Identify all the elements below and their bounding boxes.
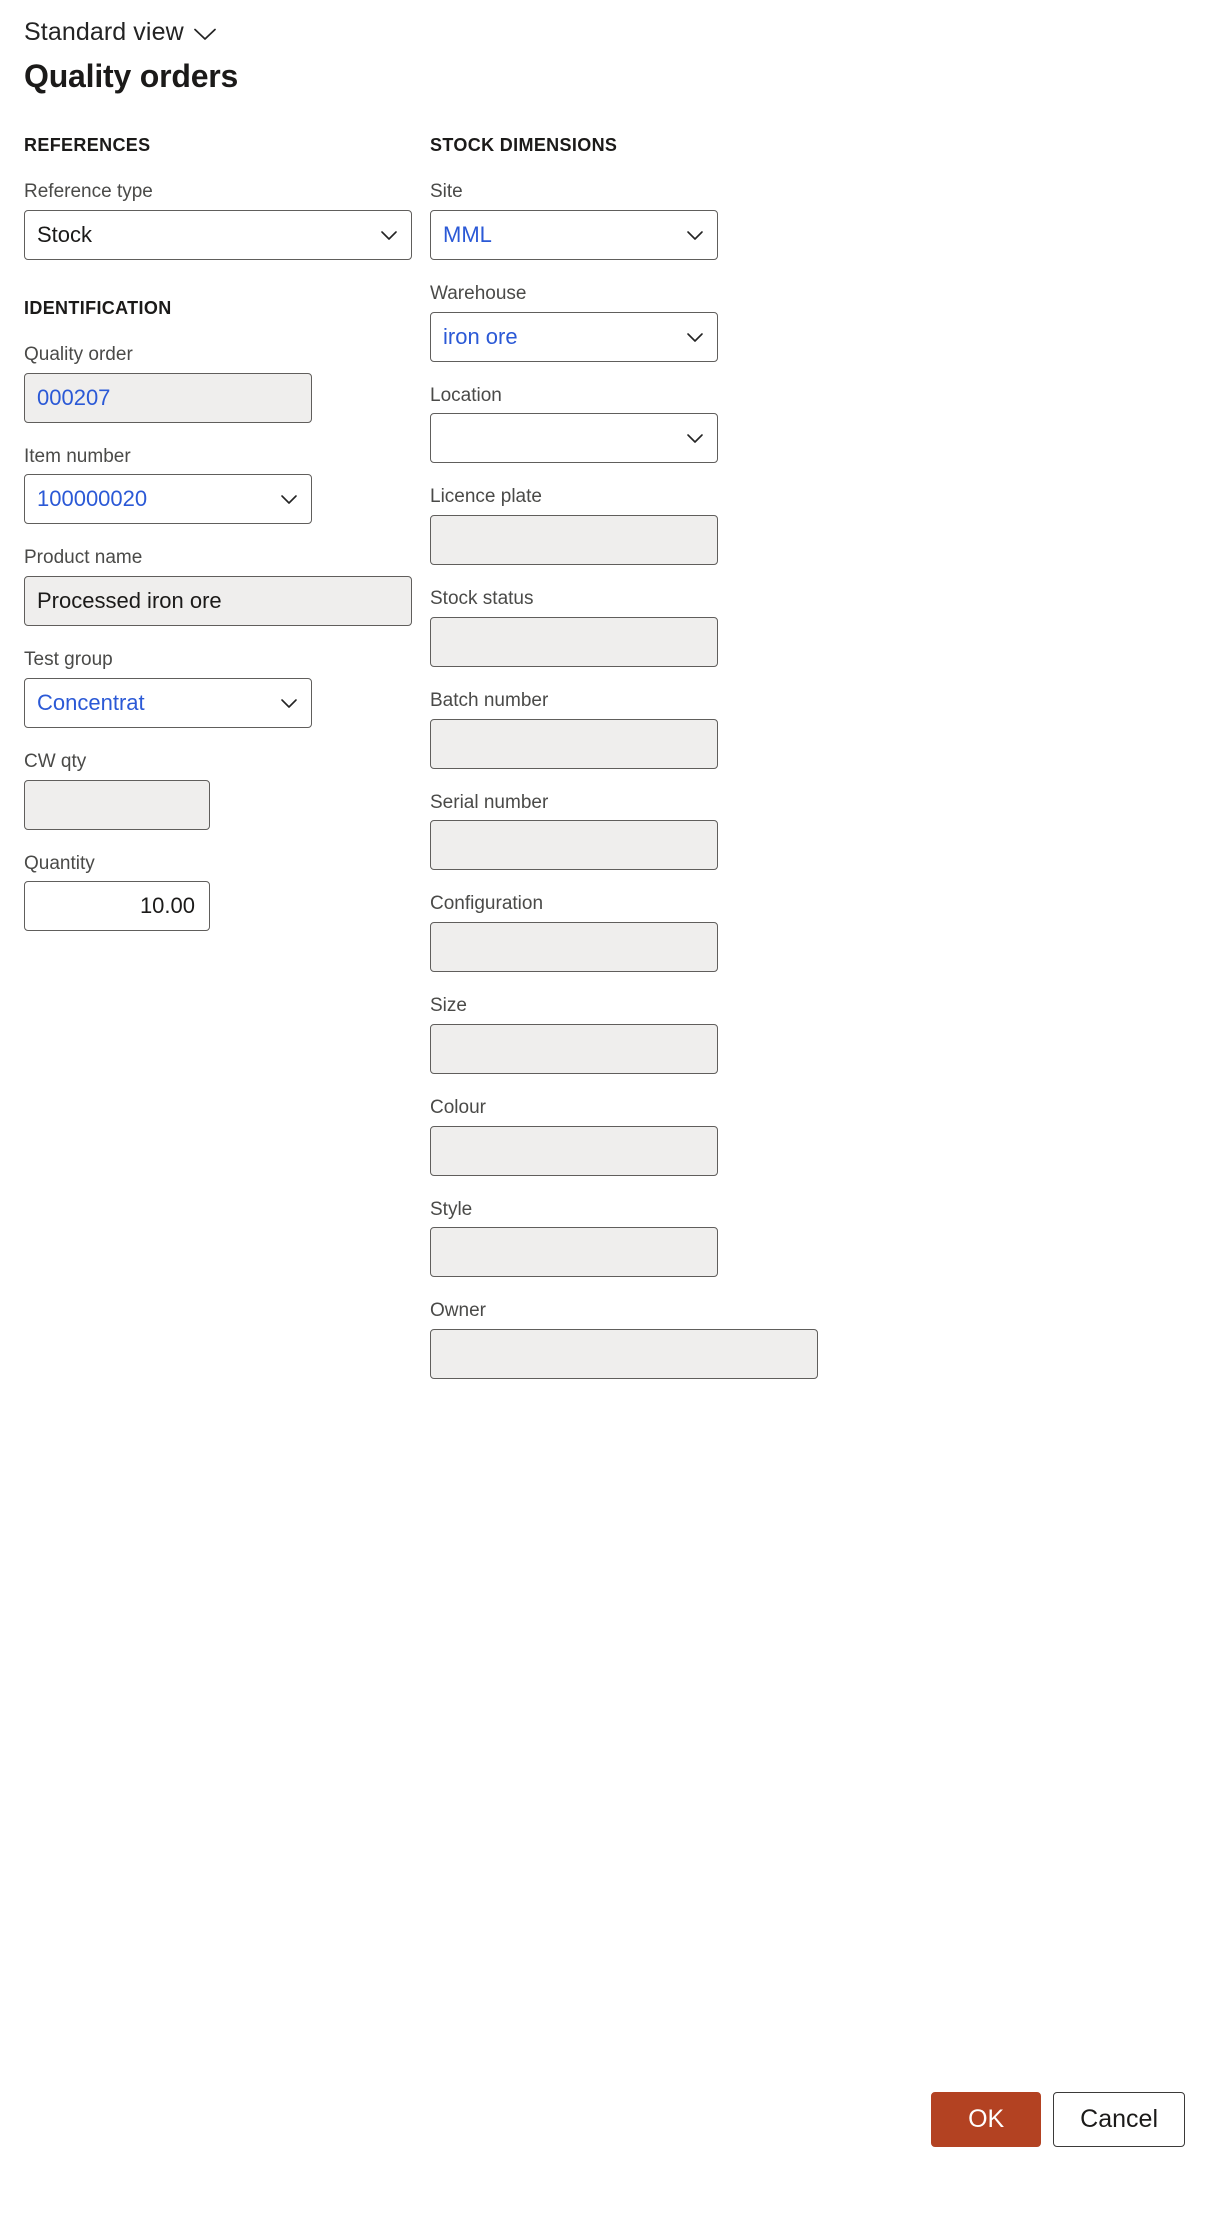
chevron-down-icon <box>684 427 706 449</box>
right-column: STOCK DIMENSIONS Site MML Warehouse iron ore… <box>430 135 830 1401</box>
view-switcher-label: Standard view <box>24 17 184 46</box>
field-quality-order: Quality order 000207 <box>24 343 424 423</box>
field-test-group: Test group Concentrat <box>24 648 424 728</box>
field-colour: Colour <box>430 1096 830 1176</box>
input-colour <box>430 1125 718 1176</box>
cancel-button[interactable]: Cancel <box>1053 2092 1185 2147</box>
input-batch-number <box>430 718 718 769</box>
field-label-colour: Colour <box>430 1096 486 1118</box>
field-batch-number: Batch number <box>430 689 830 769</box>
field-warehouse: Warehouse iron ore <box>430 282 830 362</box>
chevron-down-icon <box>378 224 400 246</box>
input-licence-plate <box>430 515 718 565</box>
field-label-quality-order: Quality order <box>24 343 133 365</box>
field-cw-qty: CW qty <box>24 750 424 830</box>
section-heading-identification: IDENTIFICATION <box>24 297 172 318</box>
value-reference-type: Stock <box>37 223 93 246</box>
input-stock-status <box>430 616 718 667</box>
input-quantity[interactable]: 10.00 <box>24 881 210 932</box>
input-serial-number <box>430 820 718 871</box>
combobox-reference-type[interactable]: Stock <box>24 209 412 260</box>
dialog-footer: OK Cancel <box>931 2092 1185 2147</box>
field-label-quantity: Quantity <box>24 852 95 874</box>
combobox-location[interactable] <box>430 413 718 464</box>
field-label-serial-number: Serial number <box>430 791 549 813</box>
field-site: Site MML <box>430 180 830 260</box>
input-style <box>430 1227 718 1278</box>
input-product-name: Processed iron ore <box>24 576 412 626</box>
combobox-warehouse[interactable]: iron ore <box>430 311 718 362</box>
chevron-down-icon <box>684 224 706 246</box>
view-switcher[interactable]: Standard view <box>24 18 216 46</box>
field-label-location: Location <box>430 384 502 406</box>
chevron-down-icon <box>684 326 706 348</box>
field-size: Size <box>430 994 830 1074</box>
left-column: REFERENCES Reference type Stock IDENTIFICAT… <box>24 135 424 953</box>
input-configuration <box>430 922 718 972</box>
value-site: MML <box>443 223 492 246</box>
field-label-cw-qty: CW qty <box>24 750 87 772</box>
field-label-warehouse: Warehouse <box>430 282 527 304</box>
value-quantity: 10.00 <box>139 895 195 918</box>
value-product-name: Processed iron ore <box>37 590 222 612</box>
page-title: Quality orders <box>24 58 239 94</box>
field-label-item-number: Item number <box>24 445 131 467</box>
chevron-down-icon <box>278 692 300 714</box>
field-item-number: Item number 100000020 <box>24 445 424 525</box>
combobox-site[interactable]: MML <box>430 209 718 260</box>
chevron-down-icon <box>193 21 216 46</box>
input-cw-qty <box>24 779 210 830</box>
field-label-batch-number: Batch number <box>430 689 549 711</box>
quality-orders-dialog: Standard view Quality orders REFERENCES R… <box>0 0 1209 2221</box>
field-configuration: Configuration <box>430 892 830 972</box>
field-location: Location <box>430 384 830 464</box>
field-product-name: Product name Processed iron ore <box>24 546 424 626</box>
section-heading-references: REFERENCES <box>24 135 151 155</box>
field-label-test-group: Test group <box>24 649 113 670</box>
field-label-owner: Owner <box>430 1300 486 1322</box>
input-size <box>430 1023 718 1074</box>
field-label-size: Size <box>430 995 467 1016</box>
combobox-item-number[interactable]: 100000020 <box>24 474 312 525</box>
field-label-product-name: Product name <box>24 547 143 569</box>
section-heading-stock-dimensions: STOCK DIMENSIONS <box>430 135 618 155</box>
field-label-reference-type: Reference type <box>24 181 153 202</box>
value-item-number: 100000020 <box>37 488 148 511</box>
field-label-configuration: Configuration <box>430 893 544 915</box>
field-quantity: Quantity 10.00 <box>24 852 424 932</box>
input-quality-order: 000207 <box>24 372 312 423</box>
field-label-site: Site <box>430 181 463 202</box>
chevron-down-icon <box>278 488 300 510</box>
value-test-group: Concentrat <box>37 691 145 714</box>
field-label-licence-plate: Licence plate <box>430 486 542 508</box>
value-warehouse: iron ore <box>443 325 518 348</box>
input-owner <box>430 1329 818 1379</box>
combobox-test-group[interactable]: Concentrat <box>24 677 312 728</box>
field-serial-number: Serial number <box>430 791 830 871</box>
ok-button[interactable]: OK <box>931 2092 1042 2147</box>
field-owner: Owner <box>430 1299 830 1379</box>
field-reference-type: Reference type Stock <box>24 180 424 260</box>
field-stock-status: Stock status <box>430 587 830 667</box>
field-label-style: Style <box>430 1198 473 1220</box>
field-licence-plate: Licence plate <box>430 485 830 565</box>
value-quality-order: 000207 <box>37 386 111 409</box>
field-style: Style <box>430 1198 830 1278</box>
field-label-stock-status: Stock status <box>430 588 534 609</box>
